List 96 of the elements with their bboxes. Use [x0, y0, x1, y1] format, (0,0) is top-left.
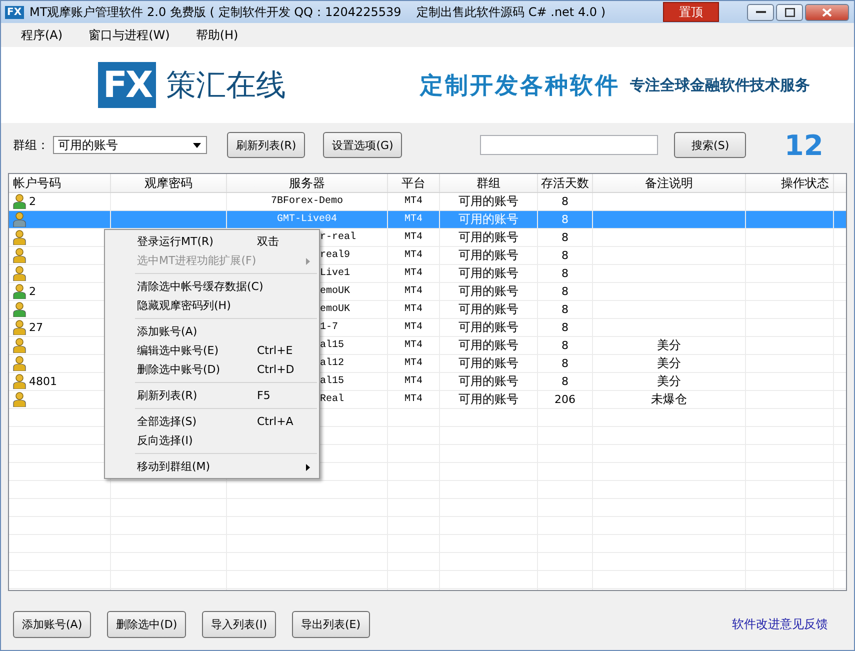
table-cell: 可用的账号 [458, 391, 518, 408]
column-header[interactable]: 观摩密码 [111, 174, 227, 192]
table-cell: 2 [29, 195, 36, 208]
table-cell: 7BForex-Demo [270, 196, 343, 207]
table-cell: 可用的账号 [458, 283, 518, 300]
table-cell: real9 [320, 250, 350, 261]
table-cell: MT4 [404, 196, 422, 207]
toolbar-button[interactable]: 设置选项(G) [323, 132, 402, 158]
table-cell: MT4 [404, 376, 422, 387]
column-header[interactable]: 存活天数 [538, 174, 593, 192]
caret-icon [193, 142, 201, 148]
table-cell: Live1 [320, 268, 350, 279]
group-label: 群组： [13, 136, 49, 154]
table-cell: 8 [562, 267, 568, 280]
minimize-icon [756, 10, 766, 14]
table-cell: 美分 [657, 373, 681, 390]
table-cell: GMT-Live04 [276, 214, 337, 225]
table-cell: MT4 [404, 394, 422, 405]
footer-button[interactable]: 删除选中(D) [107, 611, 186, 638]
footer-button[interactable]: 导入列表(I) [202, 611, 276, 638]
table-cell: MT4 [404, 304, 422, 315]
account-count: 12 [784, 128, 824, 162]
table-cell: 8 [562, 339, 568, 352]
table-cell: 可用的账号 [458, 229, 518, 246]
table-cell: 可用的账号 [458, 373, 518, 390]
footer-button[interactable]: 导出列表(E) [292, 611, 370, 638]
column-header[interactable]: 群组 [440, 174, 538, 192]
group-dropdown[interactable]: 可用的账号 [53, 136, 207, 154]
table-cell: 8 [562, 303, 568, 316]
logo-mark: FX [98, 62, 156, 108]
toolbar-button[interactable]: 刷新列表(R) [227, 132, 306, 158]
table-cell: 8 [562, 249, 568, 262]
table-cell: 8 [562, 195, 568, 208]
close-button[interactable] [805, 4, 849, 20]
table-cell: emoUK [320, 286, 350, 297]
table-cell: 206 [554, 393, 576, 406]
menu-item[interactable]: 程序(A) [21, 26, 63, 44]
context-menu-item[interactable]: 全部选择(S) Ctrl+A [105, 412, 319, 431]
table-cell: 2 [29, 285, 36, 298]
context-menu-item[interactable]: 反向选择(I) [105, 431, 319, 450]
table-cell: 1-7 [320, 322, 338, 333]
menu-item[interactable]: 窗口与进程(W) [88, 26, 170, 44]
table-cell: 8 [562, 321, 568, 334]
table-cell: 美分 [657, 337, 681, 354]
window-title: MT观摩账户管理软件 2.0 免费版 ( 定制软件开发 QQ：1204225539 定制出售此软件源码 C# .net 4.0 ) [30, 4, 607, 20]
table-cell: 27 [29, 321, 43, 334]
table-cell: r-real [320, 232, 356, 243]
table-cell: 8 [562, 375, 568, 388]
table-cell: 8 [562, 213, 568, 226]
menu-item[interactable]: 帮助(H) [196, 26, 238, 44]
brand-name: 策汇在线 [166, 66, 287, 104]
maximize-button[interactable] [776, 4, 803, 20]
table-cell: MT4 [404, 358, 422, 369]
column-header[interactable]: 服务器 [227, 174, 388, 192]
table-cell: emoUK [320, 304, 350, 315]
table-cell: 可用的账号 [458, 319, 518, 336]
column-header[interactable]: 备注说明 [593, 174, 746, 192]
table-cell: al15 [320, 376, 344, 387]
table-cell: MT4 [404, 232, 422, 243]
table-cell: MT4 [404, 214, 422, 225]
table-cell: 4801 [29, 375, 57, 388]
maximize-icon [784, 8, 794, 16]
footer-button[interactable]: 添加账号(A) [13, 611, 92, 638]
app-icon: FX [5, 6, 24, 18]
table-cell: 未爆仓 [651, 391, 687, 408]
close-icon [822, 8, 832, 16]
tagline: 专注全球金融软件技术服务 [630, 76, 810, 94]
table-cell: MT4 [404, 286, 422, 297]
table-cell: MT4 [404, 340, 422, 351]
table-cell: 可用的账号 [458, 355, 518, 372]
context-menu-item[interactable]: 移动到群组(M) [105, 457, 319, 476]
column-header[interactable]: 操作状态 [746, 174, 834, 192]
search-button[interactable]: 搜索(S) [674, 132, 746, 158]
pin-button[interactable]: 置顶 [663, 2, 719, 22]
table-cell: 可用的账号 [458, 265, 518, 282]
table-cell: 8 [562, 357, 568, 370]
minimize-button[interactable] [747, 4, 774, 20]
table-cell: MT4 [404, 322, 422, 333]
table-cell: 可用的账号 [458, 301, 518, 318]
table-cell: 可用的账号 [458, 247, 518, 264]
column-header[interactable]: 平台 [388, 174, 440, 192]
slogan: 定制开发各种软件 [420, 72, 620, 100]
table-cell: 可用的账号 [458, 211, 518, 228]
table-cell: MT4 [404, 268, 422, 279]
table-cell: 可用的账号 [458, 193, 518, 210]
table-cell: al12 [320, 358, 344, 369]
table-cell: MT4 [404, 250, 422, 261]
table-cell: al15 [320, 340, 344, 351]
column-header[interactable]: 帐户号码 [9, 174, 111, 192]
table-cell: 可用的账号 [458, 337, 518, 354]
table-cell: 8 [562, 285, 568, 298]
feedback-link[interactable]: 软件改进意见反馈 [732, 616, 828, 633]
table-cell: 8 [562, 231, 568, 244]
table-cell: Real [320, 394, 344, 405]
table-cell: 美分 [657, 355, 681, 372]
search-field[interactable] [480, 135, 658, 155]
